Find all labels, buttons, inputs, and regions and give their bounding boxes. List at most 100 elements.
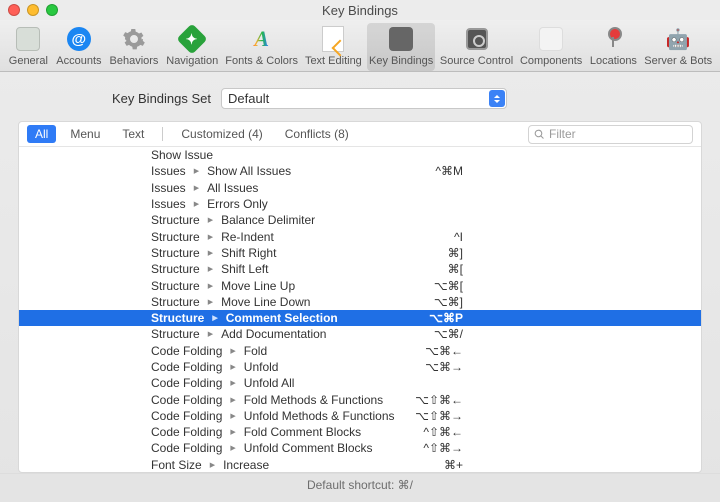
toolbar-general[interactable]: General (6, 23, 51, 71)
chevron-right-icon: ▶ (230, 363, 235, 371)
scope-conflicts[interactable]: Conflicts (8) (277, 125, 357, 143)
binding-row[interactable]: Code Folding▶Unfold Comment Blocks^⇧⌘→ (19, 440, 701, 456)
binding-row[interactable]: Code Folding▶Unfold ⌥⌘→ (19, 359, 701, 375)
binding-row[interactable]: Code Folding▶Fold Methods & Functions ⌥⇧⌘… (19, 391, 701, 407)
toolbar-label: Accounts (56, 55, 101, 67)
search-icon (534, 129, 545, 140)
set-select[interactable]: Default (221, 88, 507, 109)
toolbar-text[interactable]: Text Editing (303, 23, 364, 71)
server-icon: 🤖 (664, 25, 692, 53)
binding-row[interactable]: Structure▶Shift Right ⌘] (19, 245, 701, 261)
toolbar-comp[interactable]: Components (518, 23, 584, 71)
text-icon (319, 25, 347, 53)
toolbar-fonts[interactable]: AFonts & Colors (224, 23, 300, 71)
set-label: Key Bindings Set (112, 91, 211, 106)
chevron-right-icon: ▶ (194, 184, 199, 192)
binding-shortcut: ⌥⌘/ (434, 327, 463, 341)
binding-path: Code Folding▶Unfold Comment Blocks (151, 441, 373, 455)
binding-shortcut: ⌥⇧⌘← (415, 393, 463, 407)
binding-path: Structure▶Shift Right (151, 246, 276, 260)
binding-row[interactable]: Structure▶Re-Indent^I (19, 228, 701, 244)
chevron-right-icon: ▶ (212, 314, 217, 322)
scope-all[interactable]: All (27, 125, 56, 143)
chevron-right-icon: ▶ (230, 444, 235, 452)
binding-row[interactable]: Code Folding▶Fold Comment Blocks^⇧⌘← (19, 424, 701, 440)
toolbar-label: Components (520, 55, 582, 67)
binding-row[interactable]: Show Issue (19, 147, 701, 163)
binding-row[interactable]: Issues▶All Issues (19, 180, 701, 196)
scope-text[interactable]: Text (114, 125, 152, 143)
toolbar-src[interactable]: Source Control (438, 23, 515, 71)
binding-path: Structure▶Re-Indent (151, 230, 274, 244)
bindings-list[interactable]: Show IssueIssues▶Show All Issues^⌘MIssue… (19, 147, 701, 472)
binding-row[interactable]: Structure▶Move Line Down⌥⌘] (19, 294, 701, 310)
binding-path: Code Folding▶Fold Methods & Functions (151, 393, 383, 407)
binding-row[interactable]: Code Folding▶Fold⌥⌘← (19, 343, 701, 359)
close-icon[interactable] (8, 4, 20, 16)
toolbar-label: General (9, 55, 48, 67)
scope-menu[interactable]: Menu (62, 125, 108, 143)
binding-path: Issues▶Show All Issues (151, 164, 291, 178)
toolbar-loc[interactable]: Locations (587, 23, 639, 71)
window-title: Key Bindings (0, 3, 720, 18)
binding-row[interactable]: Font Size▶Increase⌘+ (19, 457, 701, 472)
toolbar-key[interactable]: Key Bindings (367, 23, 435, 71)
binding-path: Show Issue (151, 148, 213, 162)
toolbar-label: Navigation (166, 55, 218, 67)
general-icon (14, 25, 42, 53)
binding-path: Font Size▶Increase (151, 458, 269, 472)
binding-shortcut: ^⌘M (435, 164, 463, 178)
binding-row[interactable]: Issues▶Show All Issues ^⌘M (19, 163, 701, 179)
toolbar-label: Locations (590, 55, 637, 67)
binding-path: Code Folding▶Unfold Methods & Functions (151, 409, 395, 423)
bindings-panel: All Menu Text Customized (4) Conflicts (… (18, 121, 702, 473)
toolbar-label: Behaviors (110, 55, 159, 67)
set-selected-value: Default (228, 91, 269, 106)
chevron-right-icon: ▶ (230, 428, 235, 436)
chevron-right-icon: ▶ (208, 282, 213, 290)
toolbar-label: Text Editing (305, 55, 362, 67)
binding-row[interactable]: Code Folding▶Unfold Methods & Functions ⌥… (19, 408, 701, 424)
scope-bar: All Menu Text Customized (4) Conflicts (… (19, 122, 701, 147)
binding-path: Structure▶Balance Delimiter (151, 213, 315, 227)
binding-shortcut: ⌘] (448, 246, 463, 260)
binding-shortcut: ⌥⌘→ (425, 360, 463, 374)
chevron-right-icon: ▶ (194, 200, 199, 208)
loc-icon (599, 25, 627, 53)
chevron-right-icon: ▶ (208, 298, 213, 306)
binding-shortcut: ⌥⇧⌘→ (415, 409, 463, 423)
chevron-right-icon: ▶ (208, 330, 213, 338)
toolbar-label: Key Bindings (369, 55, 433, 67)
window-controls (0, 4, 58, 16)
toolbar-navigation[interactable]: ✦Navigation (164, 23, 221, 71)
binding-shortcut: ⌥⌘← (425, 344, 463, 358)
chevrons-icon (489, 90, 505, 107)
binding-row[interactable]: Structure▶Comment Selection⌥⌘P (19, 310, 701, 326)
chevron-right-icon: ▶ (208, 249, 213, 257)
search-input[interactable]: Filter (528, 125, 693, 144)
accounts-icon: @ (65, 25, 93, 53)
binding-row[interactable]: Issues▶Errors Only (19, 196, 701, 212)
binding-shortcut: ⌘[ (448, 262, 463, 276)
toolbar-behaviors[interactable]: Behaviors (107, 23, 161, 71)
binding-row[interactable]: Code Folding▶Unfold All (19, 375, 701, 391)
minimize-icon[interactable] (27, 4, 39, 16)
binding-row[interactable]: Structure▶Shift Left ⌘[ (19, 261, 701, 277)
toolbar-accounts[interactable]: @ Accounts (54, 23, 104, 71)
binding-path: Structure▶Shift Left (151, 262, 268, 276)
toolbar-label: Fonts & Colors (225, 55, 298, 67)
binding-shortcut: ⌥⌘P (429, 311, 463, 325)
footer-text: Default shortcut: ⌘/ (307, 478, 413, 492)
binding-shortcut: ^⇧⌘← (423, 425, 463, 439)
chevron-right-icon: ▶ (210, 461, 215, 469)
scope-customized[interactable]: Customized (4) (173, 125, 270, 143)
binding-row[interactable]: Structure▶Add Documentation⌥⌘/ (19, 326, 701, 342)
divider (162, 127, 163, 141)
binding-path: Issues▶Errors Only (151, 197, 268, 211)
binding-row[interactable]: Structure▶Move Line Up⌥⌘[ (19, 277, 701, 293)
zoom-icon[interactable] (46, 4, 58, 16)
search-placeholder: Filter (549, 127, 576, 141)
binding-row[interactable]: Structure▶Balance Delimiter (19, 212, 701, 228)
toolbar-server[interactable]: 🤖Server & Bots (642, 23, 714, 71)
binding-path: Code Folding▶Unfold (151, 360, 278, 374)
